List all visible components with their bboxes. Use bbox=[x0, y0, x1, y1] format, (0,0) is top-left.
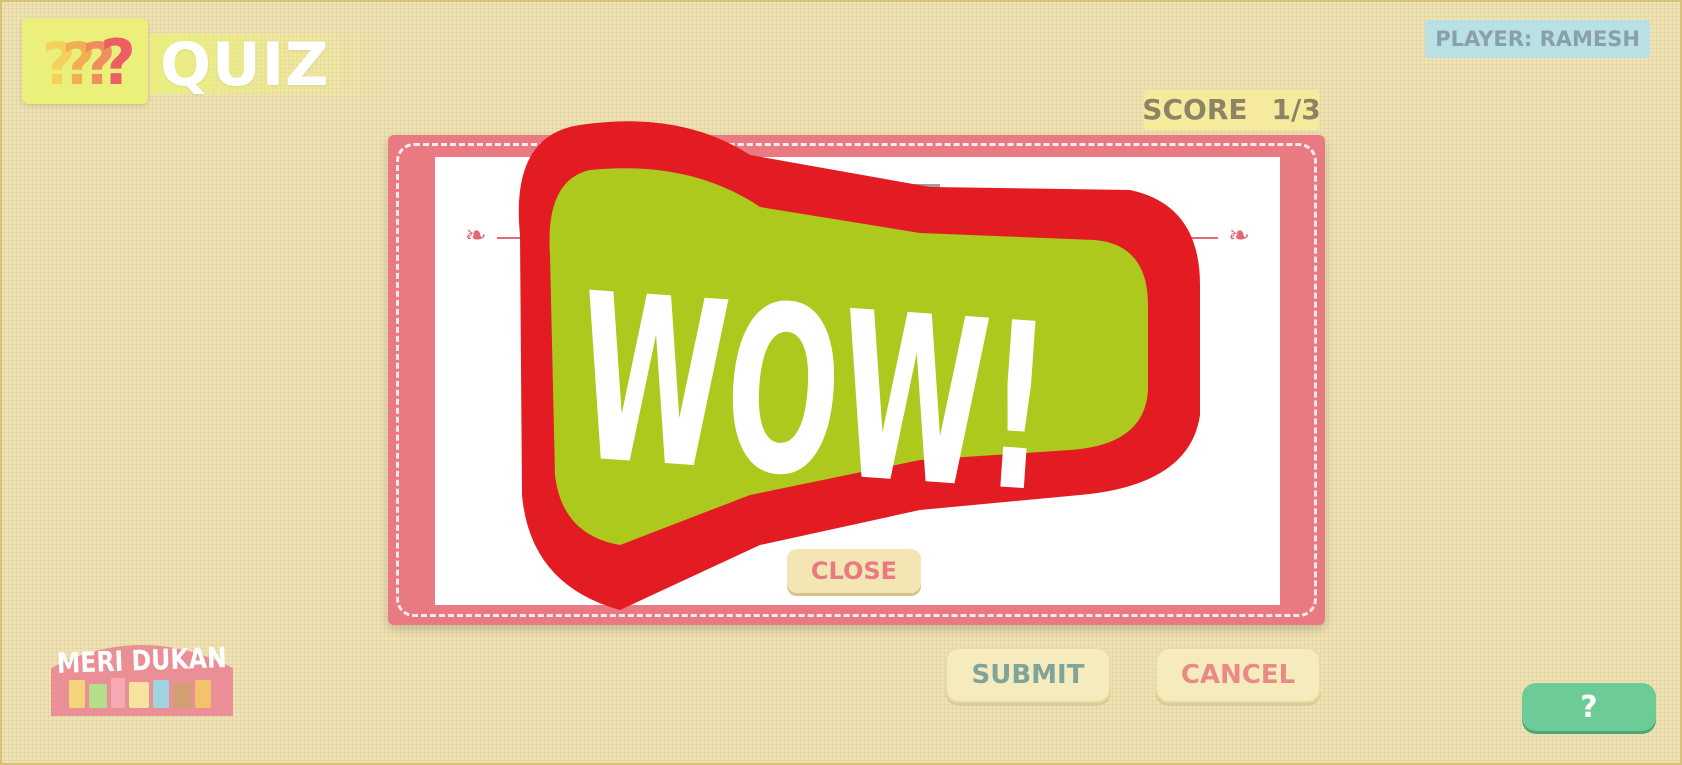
help-button[interactable]: ? bbox=[1522, 683, 1656, 731]
score-value: 1/3 bbox=[1271, 93, 1321, 126]
logo-graphic: MERI DUKAN bbox=[51, 641, 233, 716]
logo-wordmark: MERI DUKAN bbox=[56, 641, 227, 680]
page-title: QUIZ bbox=[160, 30, 330, 100]
wow-sticker: WOW! bbox=[518, 121, 1200, 610]
svg-text:?: ? bbox=[100, 26, 136, 99]
quiz-badge: ? ? ? ? bbox=[22, 18, 148, 104]
right-ornament-icon: ❧ bbox=[1228, 221, 1250, 251]
wow-text: WOW! bbox=[570, 245, 1057, 544]
cancel-button[interactable]: CANCEL bbox=[1155, 647, 1321, 703]
meri-dukan-logo: MERI DUKAN bbox=[47, 628, 237, 724]
wow-overlay: WOW! bbox=[500, 115, 1220, 629]
question-marks-icon: ? ? ? ? bbox=[42, 26, 136, 99]
left-ornament-icon: ❧ bbox=[465, 221, 487, 251]
player-badge: PLAYER: RAMESH bbox=[1425, 20, 1650, 58]
submit-button[interactable]: SUBMIT bbox=[945, 647, 1111, 703]
